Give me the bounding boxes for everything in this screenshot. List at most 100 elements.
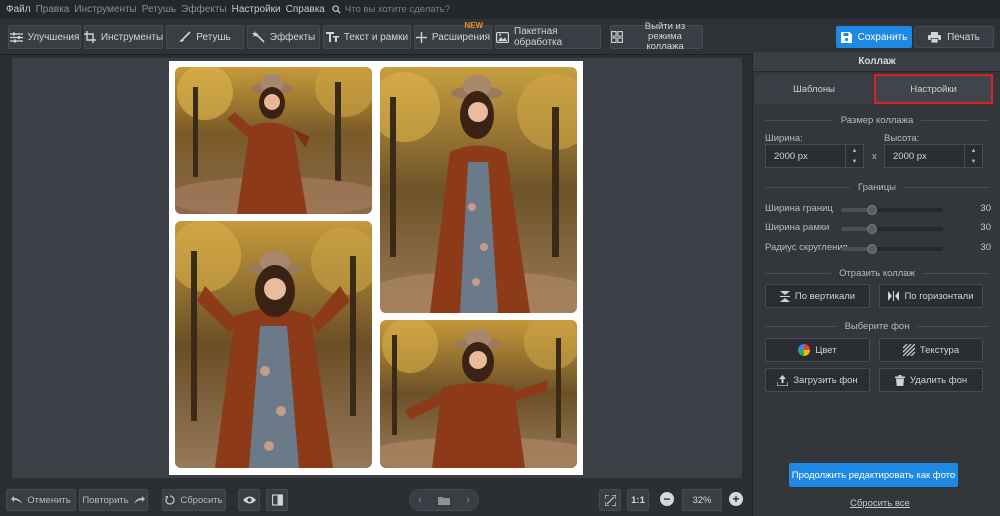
menu-help[interactable]: Справка bbox=[286, 4, 325, 15]
text-icon bbox=[325, 32, 339, 42]
menu-settings[interactable]: Настройки bbox=[232, 4, 281, 15]
upload-bg-button[interactable]: Загрузить фон bbox=[765, 368, 870, 392]
redo-button[interactable]: Повторить bbox=[79, 489, 148, 511]
effects-label: Эффекты bbox=[269, 31, 316, 43]
save-button[interactable]: Сохранить bbox=[836, 26, 912, 48]
height-label: Высота: bbox=[884, 133, 920, 144]
batch-button[interactable]: Пакетная обработка bbox=[495, 25, 601, 49]
exit-collage-line2: коллажа bbox=[646, 41, 684, 52]
preview-button[interactable] bbox=[238, 489, 260, 511]
magic-wand-icon bbox=[251, 31, 265, 43]
fit-screen-button[interactable] bbox=[599, 489, 621, 511]
collage-photo-3[interactable] bbox=[175, 221, 372, 468]
continue-as-photo-button[interactable]: Продолжить редактировать как фото bbox=[789, 463, 958, 487]
printer-icon bbox=[928, 31, 942, 43]
slider-track[interactable] bbox=[841, 224, 943, 234]
bottom-bar: Отменить Повторить Сбросить ‹ › 1:1 − 32… bbox=[0, 484, 750, 516]
slider-knob[interactable] bbox=[866, 205, 877, 215]
arrow-down-icon[interactable]: ▼ bbox=[852, 159, 858, 165]
slider-knob[interactable] bbox=[866, 224, 877, 234]
trash-icon bbox=[894, 374, 905, 386]
folder-icon[interactable] bbox=[438, 496, 450, 505]
prev-icon[interactable]: ‹ bbox=[418, 494, 422, 506]
collage-page[interactable] bbox=[169, 61, 583, 475]
frame-width-slider[interactable]: Ширина рамки 30 bbox=[765, 221, 991, 235]
slider-value: 30 bbox=[980, 222, 991, 233]
slider-track[interactable] bbox=[841, 205, 943, 215]
slider-label: Ширина границ bbox=[765, 203, 833, 214]
retouch-button[interactable]: Ретушь bbox=[166, 25, 244, 49]
undo-icon bbox=[11, 496, 23, 504]
tools-button[interactable]: Инструменты bbox=[83, 25, 164, 49]
menu-bar: Файл Правка Инструменты Ретушь Эффекты Н… bbox=[0, 0, 1000, 19]
menu-tools[interactable]: Инструменты bbox=[74, 4, 136, 15]
delete-bg-button[interactable]: Удалить фон bbox=[879, 368, 983, 392]
flip-vertical-label: По вертикали bbox=[794, 290, 856, 302]
next-icon[interactable]: › bbox=[466, 494, 470, 506]
upload-icon bbox=[777, 374, 789, 386]
height-stepper[interactable]: ▲ ▼ bbox=[964, 145, 982, 167]
corner-radius-slider[interactable]: Радиус скругления 30 bbox=[765, 241, 991, 255]
height-field[interactable]: 2000 px ▲ ▼ bbox=[884, 144, 983, 168]
slider-label: Ширина рамки bbox=[765, 222, 830, 233]
zoom-value[interactable]: 32% bbox=[682, 489, 722, 511]
color-button[interactable]: Цвет bbox=[765, 338, 870, 362]
slider-knob[interactable] bbox=[866, 244, 877, 254]
actual-size-button[interactable]: 1:1 bbox=[627, 489, 649, 511]
flip-horizontal-icon bbox=[888, 291, 900, 301]
texture-button[interactable]: Текстура bbox=[879, 338, 983, 362]
batch-label: Пакетная обработка bbox=[514, 26, 563, 48]
retouch-label: Ретушь bbox=[196, 31, 231, 43]
enhance-label: Улучшения bbox=[27, 31, 80, 43]
menu-retouch[interactable]: Ретушь bbox=[142, 4, 176, 15]
compare-icon bbox=[271, 494, 283, 506]
collage-photo-4[interactable] bbox=[380, 320, 577, 468]
compare-button[interactable] bbox=[266, 489, 288, 511]
eye-icon bbox=[242, 496, 256, 504]
reset-icon bbox=[165, 495, 175, 505]
width-stepper[interactable]: ▲ ▼ bbox=[845, 145, 863, 167]
sliders-icon bbox=[9, 32, 23, 42]
border-width-slider[interactable]: Ширина границ 30 bbox=[765, 202, 991, 216]
floppy-icon bbox=[840, 31, 852, 43]
redo-icon bbox=[133, 496, 145, 504]
flip-section: Отразить коллаж bbox=[765, 267, 989, 279]
reset-label: Сбросить bbox=[180, 494, 223, 506]
flip-horizontal-button[interactable]: По горизонтали bbox=[879, 284, 983, 308]
slider-value: 30 bbox=[980, 203, 991, 214]
extensions-button[interactable]: NEW Расширения bbox=[414, 21, 492, 49]
tab-templates[interactable]: Шаблоны bbox=[755, 74, 873, 104]
arrow-up-icon[interactable]: ▲ bbox=[971, 148, 977, 154]
grid-icon bbox=[611, 31, 623, 43]
redo-label: Повторить bbox=[82, 494, 129, 506]
flip-horizontal-label: По горизонтали bbox=[904, 290, 974, 302]
collage-panel: Коллаж Шаблоны Настройки Размер коллажа … bbox=[752, 52, 1000, 516]
arrow-down-icon[interactable]: ▼ bbox=[971, 159, 977, 165]
exit-collage-button[interactable]: Выйти из режима коллажа bbox=[610, 22, 703, 52]
tools-label: Инструменты bbox=[100, 31, 164, 43]
menu-effects[interactable]: Эффекты bbox=[181, 4, 226, 15]
reset-button[interactable]: Сбросить bbox=[162, 489, 226, 511]
flip-vertical-button[interactable]: По вертикали bbox=[765, 284, 870, 308]
menu-edit[interactable]: Правка bbox=[36, 4, 70, 15]
width-field[interactable]: 2000 px ▲ ▼ bbox=[765, 144, 864, 168]
undo-button[interactable]: Отменить bbox=[6, 489, 76, 511]
upload-bg-label: Загрузить фон bbox=[793, 374, 858, 386]
reset-all-link[interactable]: Сбросить все bbox=[850, 498, 910, 509]
arrow-up-icon[interactable]: ▲ bbox=[852, 148, 858, 154]
print-button[interactable]: Печать bbox=[914, 26, 994, 48]
enhance-button[interactable]: Улучшения bbox=[8, 25, 81, 49]
slider-track[interactable] bbox=[841, 244, 943, 254]
tab-settings[interactable]: Настройки bbox=[874, 74, 993, 104]
flip-vertical-icon bbox=[779, 290, 790, 302]
collage-photo-1[interactable] bbox=[175, 67, 372, 214]
search-box[interactable]: Что вы хотите сделать? bbox=[332, 4, 450, 15]
text-frames-button[interactable]: Текст и рамки bbox=[323, 25, 411, 49]
zoom-out-icon[interactable]: − bbox=[660, 492, 674, 506]
collage-photo-2[interactable] bbox=[380, 67, 577, 313]
zoom-in-icon[interactable]: + bbox=[729, 492, 743, 506]
panel-title: Коллаж bbox=[753, 52, 1000, 72]
effects-button[interactable]: Эффекты bbox=[247, 25, 320, 49]
bg-section-label: Выберите фон bbox=[844, 320, 910, 332]
menu-file[interactable]: Файл bbox=[6, 4, 31, 15]
